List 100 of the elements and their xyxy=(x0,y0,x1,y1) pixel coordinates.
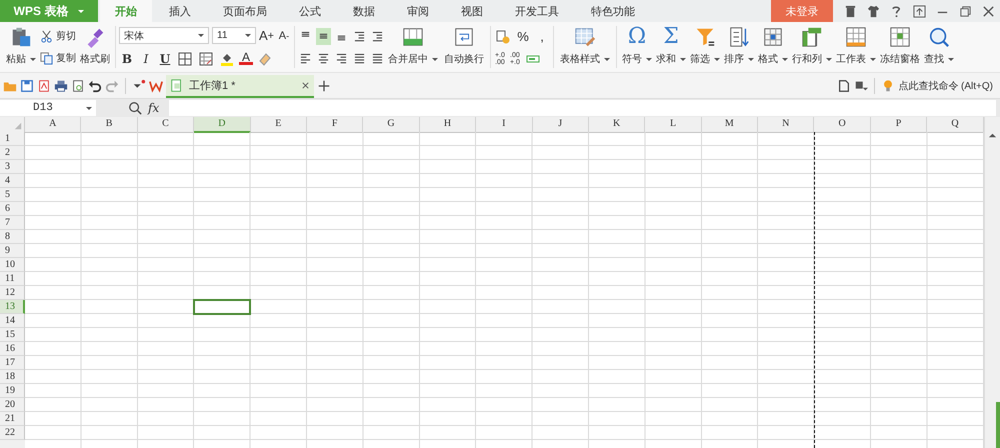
ribbon-tab[interactable]: 公式 xyxy=(284,0,336,22)
print-preview-icon[interactable] xyxy=(71,78,85,92)
document-icon[interactable] xyxy=(837,78,852,92)
ribbon-tool-button[interactable]: 查找 xyxy=(922,22,956,72)
active-cell[interactable] xyxy=(193,299,251,315)
save-icon[interactable] xyxy=(20,78,34,92)
font-style-button[interactable]: B xyxy=(119,50,135,67)
currency-icon[interactable] xyxy=(496,30,510,44)
column-header[interactable]: J xyxy=(532,117,589,133)
vertical-scrollbar[interactable] xyxy=(984,117,1000,448)
copy-button[interactable]: 复制 xyxy=(40,51,76,65)
command-search-link[interactable]: 点此查找命令 (Alt+Q) xyxy=(898,78,993,92)
row-header[interactable]: 14 xyxy=(0,314,25,328)
borders-icon[interactable] xyxy=(178,52,192,66)
new-tab-icon[interactable] xyxy=(317,78,331,92)
row-header[interactable]: 7 xyxy=(0,216,25,230)
comma-style-button[interactable]: , xyxy=(534,28,550,44)
ribbon-tool-button[interactable]: 工作表 xyxy=(834,22,878,72)
table-style-button[interactable]: 表格样式 xyxy=(557,22,613,72)
ribbon-tab[interactable]: 数据 xyxy=(338,0,390,22)
row-header[interactable]: 13 xyxy=(0,300,25,314)
cut-button[interactable]: 剪切 xyxy=(40,29,76,43)
row-header[interactable]: 2 xyxy=(0,146,25,160)
close-tab-icon[interactable] xyxy=(301,81,310,90)
row-header[interactable]: 5 xyxy=(0,188,25,202)
zoom-icon[interactable] xyxy=(128,101,142,115)
column-header[interactable]: A xyxy=(25,117,82,133)
restore-icon[interactable] xyxy=(959,4,972,18)
print-icon[interactable] xyxy=(54,78,68,92)
row-header[interactable]: 3 xyxy=(0,160,25,174)
trash-icon[interactable] xyxy=(844,4,857,18)
insert-function-button[interactable]: fx xyxy=(148,101,160,115)
ribbon-tool-button[interactable]: 排序 xyxy=(722,22,756,72)
ribbon-tool-button[interactable]: 格式 xyxy=(756,22,790,72)
format-painter-button[interactable]: 格式刷 xyxy=(78,22,112,72)
font-size-dropdown[interactable]: 11 xyxy=(212,27,256,44)
close-icon[interactable] xyxy=(982,4,995,18)
font-style-button[interactable]: I xyxy=(138,50,154,67)
row-header[interactable]: 17 xyxy=(0,356,25,370)
font-style-button[interactable]: U xyxy=(157,50,173,67)
row-header[interactable]: 19 xyxy=(0,384,25,398)
help-icon[interactable] xyxy=(890,4,903,18)
column-header[interactable]: C xyxy=(138,117,194,133)
column-header[interactable]: M xyxy=(702,117,758,133)
column-header[interactable]: D xyxy=(194,117,251,133)
column-header[interactable]: N xyxy=(758,117,814,133)
column-header[interactable]: G xyxy=(363,117,420,133)
ribbon-tool-button[interactable]: 冻结窗格 xyxy=(878,22,922,72)
column-header[interactable]: Q xyxy=(927,117,984,133)
align-middle-icon[interactable] xyxy=(316,28,331,44)
ribbon-tab[interactable]: 页面布局 xyxy=(208,0,282,22)
document-tab[interactable]: 工作簿1 * xyxy=(166,75,314,98)
column-header[interactable]: H xyxy=(420,117,476,133)
column-header[interactable]: B xyxy=(81,117,138,133)
column-header[interactable]: F xyxy=(306,117,364,133)
column-header[interactable]: E xyxy=(250,117,307,133)
ribbon-tab[interactable]: 特色功能 xyxy=(576,0,650,22)
ribbon-tab[interactable]: 插入 xyxy=(154,0,206,22)
name-box[interactable]: D13 xyxy=(0,100,96,116)
shirt-icon[interactable] xyxy=(867,4,880,18)
ribbon-tab[interactable]: 开发工具 xyxy=(500,0,574,22)
ribbon-tool-button[interactable]: Ω 符号 xyxy=(620,22,654,72)
cell-style-icon[interactable] xyxy=(199,52,213,66)
column-header[interactable]: O xyxy=(814,117,871,133)
row-header[interactable]: 15 xyxy=(0,328,25,342)
percent-button[interactable]: % xyxy=(515,28,531,44)
row-header[interactable]: 11 xyxy=(0,272,25,286)
collapse-ribbon-icon[interactable] xyxy=(913,4,926,18)
row-header[interactable]: 18 xyxy=(0,370,25,384)
font-color-button[interactable]: A xyxy=(239,52,253,66)
pdf-icon[interactable] xyxy=(37,78,51,92)
scroll-up-icon[interactable] xyxy=(988,131,997,140)
options-icon[interactable] xyxy=(854,78,868,92)
ribbon-tab[interactable]: 视图 xyxy=(446,0,498,22)
ribbon-tab[interactable]: 审阅 xyxy=(392,0,444,22)
ribbon-tool-button[interactable]: Σ 求和 xyxy=(654,22,688,72)
row-header[interactable]: 22 xyxy=(0,426,25,440)
row-header[interactable]: 10 xyxy=(0,258,25,272)
row-header[interactable]: 20 xyxy=(0,398,25,412)
fill-color-icon[interactable] xyxy=(220,52,234,66)
formula-input[interactable] xyxy=(169,100,996,116)
row-header[interactable]: 16 xyxy=(0,342,25,356)
paste-button[interactable]: 粘贴 xyxy=(4,22,38,72)
row-header[interactable]: 6 xyxy=(0,202,25,216)
column-header[interactable]: K xyxy=(588,117,646,133)
column-header[interactable]: L xyxy=(645,117,702,133)
undo-icon[interactable] xyxy=(88,78,102,92)
ribbon-tool-button[interactable]: 行和列 xyxy=(790,22,834,72)
column-header[interactable]: P xyxy=(870,117,928,133)
row-header[interactable]: 12 xyxy=(0,286,25,300)
ribbon-tool-button[interactable]: 筛选 xyxy=(688,22,722,72)
row-header[interactable]: 8 xyxy=(0,230,25,244)
row-header[interactable]: 4 xyxy=(0,174,25,188)
column-header[interactable]: I xyxy=(476,117,533,133)
row-header[interactable]: 9 xyxy=(0,244,25,258)
font-name-dropdown[interactable]: 宋体 xyxy=(119,27,209,44)
merge-center-button[interactable]: 合并居中 xyxy=(385,22,441,72)
row-header[interactable]: 1 xyxy=(0,132,25,146)
wrap-text-button[interactable]: 自动换行 xyxy=(441,22,487,72)
eraser-icon[interactable] xyxy=(258,52,272,66)
